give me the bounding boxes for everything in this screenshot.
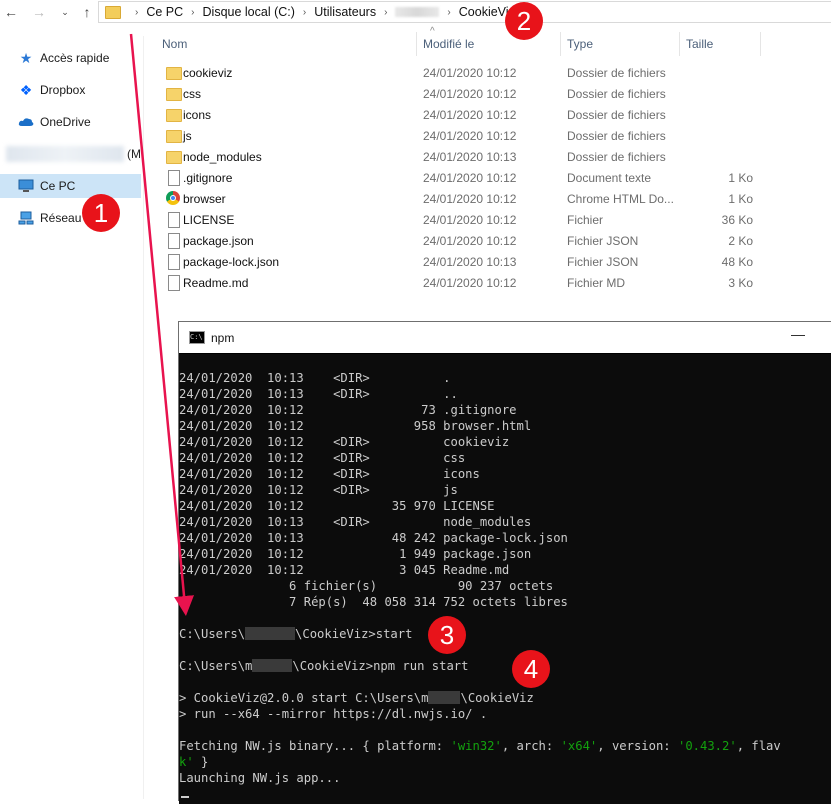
annotation-badge-2: 2 [505,2,543,40]
annotation-badge-4: 4 [512,650,550,688]
annotation-badge-3: 3 [428,616,466,654]
annotation-arrow [129,33,195,616]
annotation-badge-1: 1 [82,194,120,232]
